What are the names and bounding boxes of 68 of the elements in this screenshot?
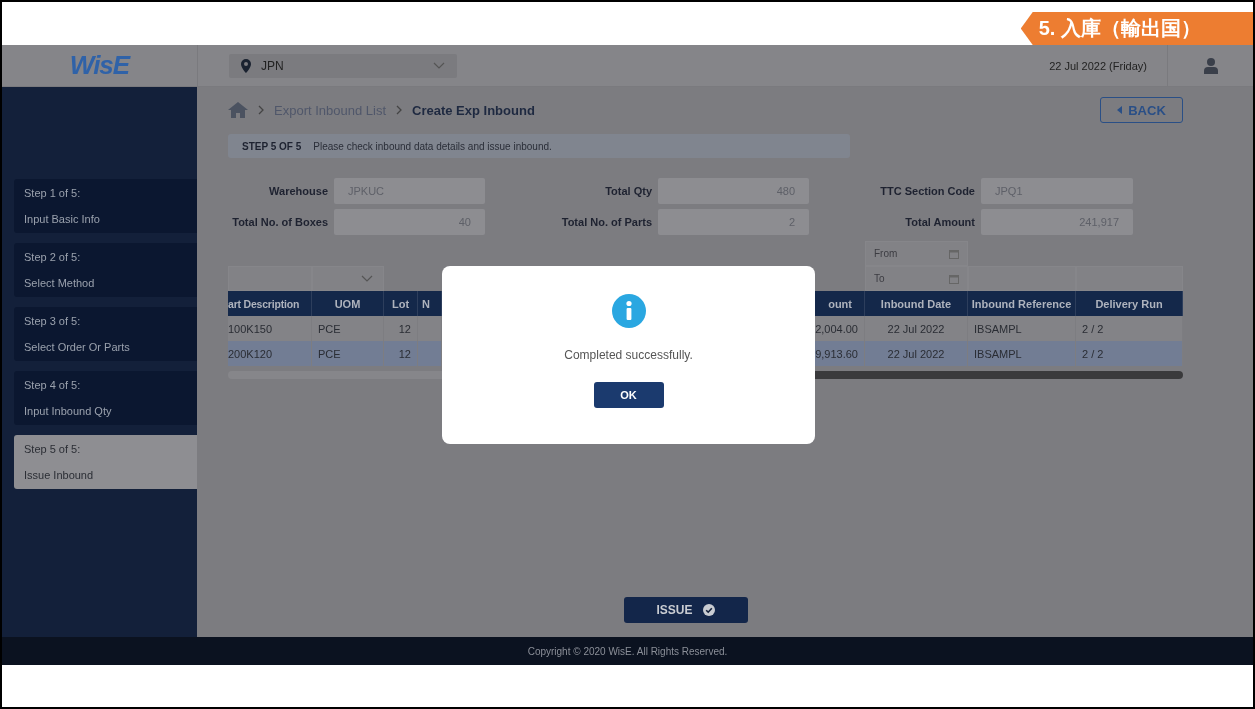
step-item[interactable]: Step 3 of 5: Select Order Or Parts	[14, 307, 197, 361]
column-header: art Description	[228, 291, 312, 316]
column-header: N	[418, 291, 442, 316]
calendar-icon	[949, 248, 959, 259]
location-dropdown[interactable]: JPN	[229, 53, 457, 78]
step-title: Select Order Or Parts	[24, 341, 131, 353]
table-cell: 12	[384, 341, 418, 366]
table-cell: 12	[384, 316, 418, 341]
ok-button[interactable]: OK	[593, 382, 664, 408]
table-cell	[418, 341, 442, 366]
chevron-right-icon	[258, 105, 264, 115]
issue-button[interactable]: ISSUE	[623, 597, 748, 623]
table-cell: 9,913.60	[815, 341, 865, 366]
table-cell: 2,004.00	[815, 316, 865, 341]
step-item[interactable]: Step 4 of 5: Input Inbound Qty	[14, 371, 197, 425]
step-indicator: STEP 5 OF 5	[242, 140, 302, 152]
logo: WisE	[69, 50, 130, 81]
user-icon[interactable]	[1203, 57, 1218, 74]
step-number: Step 4 of 5:	[24, 379, 82, 391]
field-label: Total No. of Boxes	[231, 216, 328, 228]
breadcrumb-item: Create Exp Inbound	[412, 102, 535, 118]
chevron-down-icon	[361, 275, 373, 282]
column-header: UOM	[312, 291, 384, 316]
column-header: Inbound Reference	[968, 291, 1076, 316]
step-item[interactable]: Step 2 of 5: Select Method	[14, 243, 197, 297]
field-label: Total No. of Parts	[560, 216, 652, 228]
field-label: Total Qty	[604, 185, 652, 197]
step-number: Step 5 of 5:	[24, 443, 82, 455]
column-header: Inbound Date	[865, 291, 968, 316]
table-cell: IBSAMPL	[968, 316, 1076, 341]
table-cell: 2 / 2	[1076, 316, 1183, 341]
dialog-message: Completed successfully.	[564, 348, 693, 362]
column-header: Lot	[384, 291, 418, 316]
step-number: Step 1 of 5:	[24, 187, 82, 199]
location-pin-icon	[241, 58, 251, 73]
field-label: Total Amount	[904, 216, 975, 228]
table-cell: 22 Jul 2022	[865, 316, 968, 341]
check-circle-icon	[702, 604, 715, 616]
calendar-icon	[949, 273, 959, 284]
chevron-down-icon	[433, 62, 445, 69]
step-title: Issue Inbound	[24, 469, 95, 481]
step-number: Step 3 of 5:	[24, 315, 82, 327]
step-title: Select Method	[24, 277, 96, 289]
field-label: TTC Section Code	[879, 185, 975, 197]
table-cell: PCE	[312, 316, 384, 341]
step-item[interactable]: Step 5 of 5: Issue Inbound	[14, 435, 197, 489]
section-tag: 5. 入庫（輸出国）	[1020, 12, 1253, 45]
field-label: Warehouse	[268, 185, 328, 197]
table-cell: IBSAMPL	[968, 341, 1076, 366]
step-title: Input Inbound Qty	[24, 405, 113, 417]
table-cell: PCE	[312, 341, 384, 366]
current-date: 22 Jul 2022 (Friday)	[1049, 59, 1147, 72]
info-icon	[611, 294, 646, 328]
step-item[interactable]: Step 1 of 5: Input Basic Info	[14, 179, 197, 233]
home-icon[interactable]	[228, 102, 248, 118]
table-cell	[418, 316, 442, 341]
column-header: Delivery Run	[1076, 291, 1183, 316]
table-cell: 200K120	[228, 341, 312, 366]
copyright-text: Copyright © 2020 WisE. All Rights Reserved.	[527, 645, 728, 657]
caret-left-icon	[1117, 106, 1123, 114]
step-number: Step 2 of 5:	[24, 251, 82, 263]
column-header: ount	[815, 291, 865, 316]
table-cell: 100K150	[228, 316, 312, 341]
table-cell: 22 Jul 2022	[865, 341, 968, 366]
step-title: Input Basic Info	[24, 213, 101, 225]
step-instruction: Please check inbound data details and issue inbound.	[313, 140, 552, 152]
chevron-right-icon	[396, 105, 403, 115]
table-cell: 2 / 2	[1076, 341, 1183, 366]
